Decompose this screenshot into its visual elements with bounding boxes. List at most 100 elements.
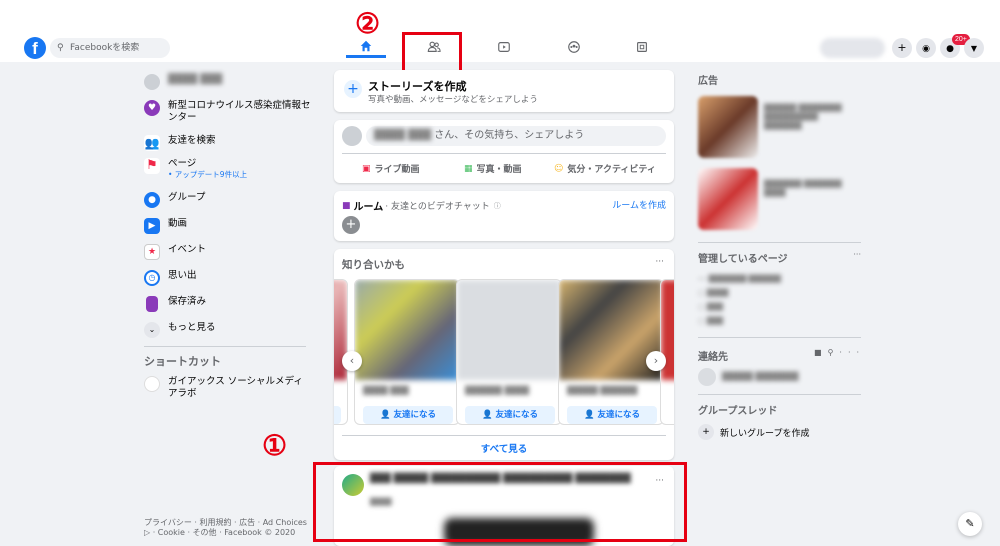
add-friend-button[interactable]: 👤 友達になる <box>567 406 657 424</box>
sidebar-item-label: 思い出 <box>168 270 197 281</box>
add-friend-button[interactable]: 👤 友達になる <box>465 406 555 424</box>
suggestion-photo <box>457 280 561 380</box>
sidebar-item-groups[interactable]: ● グループ <box>144 192 205 208</box>
annotation-number-two: ② <box>355 7 381 40</box>
tab-gaming[interactable] <box>622 36 662 58</box>
watch-icon <box>498 42 510 52</box>
pymk-divider <box>342 435 666 436</box>
friend-suggestion-card[interactable]: ██████ ████ 👤 友達になる <box>456 279 562 425</box>
right-divider <box>698 394 861 395</box>
sidebar-item-label: 新型コロナウイルス感染症情報センター <box>168 100 311 123</box>
event-icon: ★ <box>144 244 160 260</box>
photo-icon: ▦ <box>464 163 473 174</box>
search-bar[interactable]: ⚲ Facebookを検索 <box>50 38 170 58</box>
pymk-title: 知り合いかも <box>342 259 405 271</box>
tab-groups[interactable] <box>554 36 594 58</box>
video-call-icon[interactable]: ■ <box>814 348 828 357</box>
avatar[interactable] <box>698 368 716 386</box>
carousel-next-button[interactable]: › <box>646 351 666 371</box>
footer-line-2[interactable]: ▷ · Cookie · その他 · Facebook © 2020 <box>144 528 314 538</box>
shortcut-item[interactable]: ガイアックス ソーシャルメディアラボ <box>144 376 312 400</box>
post-composer: ████ ███ さん、その気持ち、シェアしよう ▣ ライブ動画 ▦ 写真・動画 ☺… <box>334 120 674 183</box>
add-room-button[interactable]: + <box>342 216 360 234</box>
suggestion-name: ██████ ████ <box>465 386 530 395</box>
gaming-icon <box>637 42 647 52</box>
new-message-button[interactable]: ✎ <box>958 512 982 536</box>
sidebar-item-covid-center[interactable]: ♥ 新型コロナウイルス感染症情報センター <box>144 100 312 124</box>
ad-text-2[interactable]: ███████ ███████ ████ <box>764 180 854 198</box>
room-video-icon: ■ <box>342 200 351 211</box>
info-icon[interactable]: ⓘ <box>494 201 501 211</box>
managed-pages-more[interactable]: ··· <box>853 250 861 259</box>
live-video-icon: ▣ <box>362 163 371 174</box>
covid-info-icon: ♥ <box>144 100 160 116</box>
sidebar-item-label: グループ <box>168 192 206 203</box>
create-room-link[interactable]: ルームを作成 <box>612 198 666 211</box>
sidebar-item-video[interactable]: ▶ 動画 <box>144 218 187 234</box>
add-friend-button[interactable]: 友達になる <box>334 406 341 424</box>
sidebar-item-memories[interactable]: ◷ 思い出 <box>144 270 197 286</box>
create-group-button[interactable]: + 新しいグループを作成 <box>698 424 809 440</box>
saved-icon <box>146 296 158 312</box>
messenger-button[interactable]: ◉ <box>916 38 936 58</box>
annotation-box-friends-tab <box>402 32 462 73</box>
friend-suggestion-card[interactable]: ████ ███ 👤 友達になる <box>354 279 460 425</box>
sidebar-item-saved[interactable]: 保存済み <box>144 296 206 312</box>
composer-prompt: さん、その気持ち、シェアしよう <box>434 130 585 141</box>
ads-heading: 広告 <box>698 76 718 87</box>
rooms-header: ■ ルーム · 友達とのビデオチャット ⓘ <box>342 198 501 214</box>
memories-icon: ◷ <box>144 270 160 286</box>
sidebar-item-events[interactable]: ★ イベント <box>144 244 206 260</box>
right-divider <box>698 337 861 338</box>
search-icon[interactable]: ⚲ <box>828 348 840 357</box>
sidebar-item-label: 保存済み <box>168 296 207 307</box>
managed-page-list[interactable]: ── ███████ ██████ ▢ ████ ▢ ███ ▢ ███ <box>698 272 858 328</box>
video-icon: ▶ <box>144 218 160 234</box>
sidebar-item-profile[interactable]: ████ ███ <box>144 74 222 90</box>
footer-line-1[interactable]: プライバシー · 利用規約 · 広告 · Ad Choices <box>144 518 314 528</box>
sidebar-item-find-friends[interactable]: 👥 友達を検索 <box>144 135 216 151</box>
chevron-left-icon: ‹ <box>349 354 355 367</box>
create-button[interactable]: + <box>892 38 912 58</box>
bell-icon: ● <box>946 44 954 54</box>
contact-name[interactable]: █████ ███████ <box>722 372 798 381</box>
caret-down-icon: ▼ <box>970 44 978 53</box>
rooms-subtitle: · 友達とのビデオチャット <box>385 202 490 212</box>
contacts-actions[interactable]: ■⚲··· <box>814 348 865 357</box>
composer-input[interactable]: ████ ███ さん、その気持ち、シェアしよう <box>366 126 666 146</box>
ad-image-2[interactable] <box>698 168 758 230</box>
sidebar-item-see-more[interactable]: ⌄ もっと見る <box>144 322 216 338</box>
friend-suggestion-card[interactable] <box>660 279 674 425</box>
more-icon[interactable]: ··· <box>839 348 865 357</box>
story-subtitle: 写真や動画、メッセージなどをシェアしよう <box>368 95 538 105</box>
create-story-card[interactable]: + ストーリーズを作成 写真や動画、メッセージなどをシェアしよう <box>334 70 674 112</box>
see-all-link[interactable]: すべて見る <box>334 441 674 455</box>
feeling-activity-button[interactable]: ☺ 気分・アクティビティ <box>554 162 656 176</box>
facebook-logo[interactable]: f <box>24 37 46 59</box>
people-you-may-know-card: 知り合いかも ··· 友達になる ████ ███ 👤 友達になる ██████… <box>334 249 674 460</box>
search-input[interactable]: Facebookを検索 <box>70 43 139 53</box>
ad-image-1[interactable] <box>698 96 758 158</box>
ad-text-1[interactable]: ██████ ████████ ██████████ ███████ <box>764 104 854 131</box>
pymk-more-button[interactable]: ··· <box>655 257 664 267</box>
sidebar-divider <box>144 346 306 347</box>
sidebar-item-pages[interactable]: ⚑ ページ • アップデート9件以上 <box>144 158 247 179</box>
photo-video-button[interactable]: ▦ 写真・動画 <box>464 162 522 176</box>
account-menu-button[interactable]: ▼ <box>964 38 984 58</box>
shortcut-item-label: ガイアックス ソーシャルメディアラボ <box>168 376 303 399</box>
add-friend-button[interactable]: 👤 友達になる <box>363 406 453 424</box>
avatar <box>144 74 160 90</box>
friend-suggestion-card[interactable]: █████ ██████ 👤 友達になる <box>558 279 664 425</box>
tab-watch[interactable] <box>484 36 524 58</box>
sidebar-item-label: 動画 <box>168 218 188 229</box>
carousel-prev-button[interactable]: ‹ <box>342 351 362 371</box>
home-icon <box>360 40 372 51</box>
live-video-button[interactable]: ▣ ライブ動画 <box>362 162 420 176</box>
profile-button[interactable] <box>820 38 885 58</box>
smiley-icon: ☺ <box>554 163 564 174</box>
plus-icon: + <box>897 41 907 54</box>
annotation-number-one: ① <box>262 429 288 462</box>
footer-links: プライバシー · 利用規約 · 広告 · Ad Choices ▷ · Cook… <box>144 518 314 538</box>
pymk-carousel: 友達になる ████ ███ 👤 友達になる ██████ ████ 👤 友達に… <box>334 279 674 433</box>
profile-name: ████ ███ <box>168 74 223 85</box>
